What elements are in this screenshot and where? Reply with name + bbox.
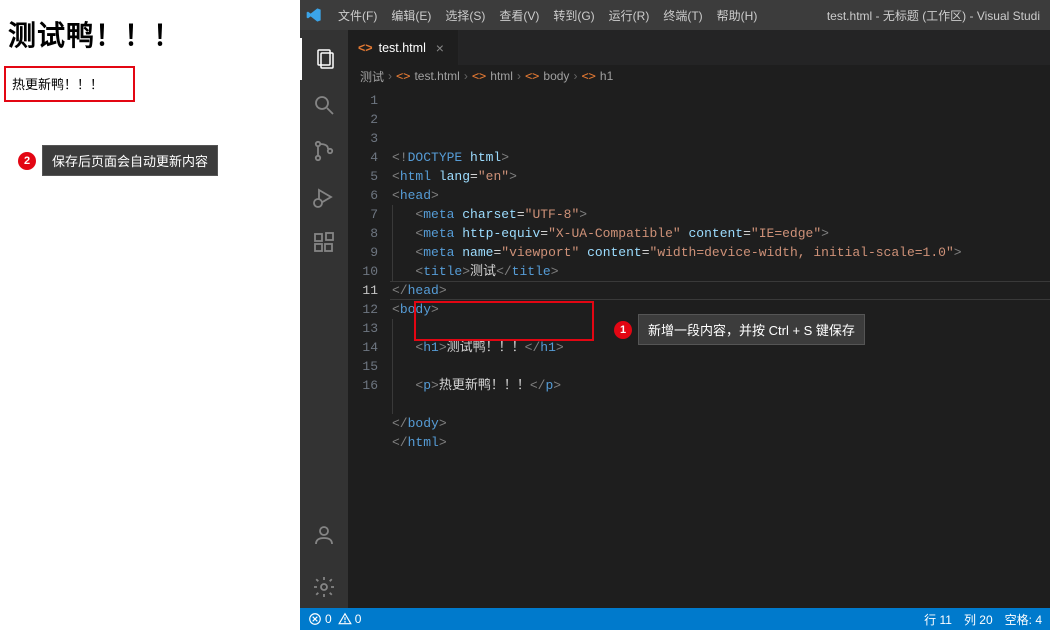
- tab-label: test.html: [379, 41, 426, 55]
- menu-item[interactable]: 选择(S): [438, 3, 492, 28]
- error-icon: [308, 612, 322, 626]
- callout-1-number: 1: [614, 321, 632, 339]
- line-number-gutter: 12345678910111213141516: [348, 91, 392, 608]
- menu-item[interactable]: 文件(F): [331, 3, 384, 28]
- tag-icon: <>: [581, 69, 595, 83]
- status-col[interactable]: 列 20: [964, 611, 993, 628]
- status-warnings[interactable]: 0: [338, 612, 362, 626]
- editor: <> test.html × 测试 › <> test.html › <> ht…: [348, 30, 1050, 608]
- warning-icon: [338, 612, 352, 626]
- preview-highlight-box: 热更新鸭！！！: [4, 66, 135, 102]
- chevron-right-icon: ›: [517, 69, 521, 83]
- menu-item[interactable]: 编辑(E): [384, 3, 438, 28]
- breadcrumb-root: 测试: [360, 68, 384, 85]
- breadcrumb-html: html: [490, 69, 513, 83]
- menu-item[interactable]: 终端(T): [656, 3, 709, 28]
- menu-item[interactable]: 转到(G): [546, 3, 601, 28]
- chevron-right-icon: ›: [573, 69, 577, 83]
- breadcrumb[interactable]: 测试 › <> test.html › <> html › <> body › …: [348, 65, 1050, 87]
- callout-1: 1 新增一段内容，并按 Ctrl + S 键保存: [614, 314, 865, 345]
- callout-1-label: 新增一段内容，并按 Ctrl + S 键保存: [638, 314, 865, 345]
- vscode-window: 文件(F)编辑(E)选择(S)查看(V)转到(G)运行(R)终端(T)帮助(H)…: [300, 0, 1050, 630]
- search-icon[interactable]: [300, 84, 348, 126]
- tab-bar: <> test.html ×: [348, 30, 1050, 65]
- breadcrumb-file: test.html: [414, 69, 459, 83]
- chevron-right-icon: ›: [388, 69, 392, 83]
- error-count: 0: [325, 612, 332, 626]
- close-icon[interactable]: ×: [432, 40, 448, 56]
- menu-item[interactable]: 运行(R): [602, 3, 657, 28]
- callout-2-label: 保存后页面会自动更新内容: [42, 145, 218, 176]
- callout-2-number: 2: [18, 152, 36, 170]
- activity-bar: [300, 30, 348, 608]
- source-control-icon[interactable]: [300, 130, 348, 172]
- run-debug-icon[interactable]: [300, 176, 348, 218]
- account-icon[interactable]: [300, 514, 348, 556]
- warning-count: 0: [355, 612, 362, 626]
- code-lines[interactable]: <!DOCTYPE html><html lang="en"><head> <m…: [392, 91, 1050, 608]
- html-file-icon: <>: [396, 69, 410, 83]
- preview-paragraph: 热更新鸭！！！: [12, 77, 103, 92]
- callout-2: 2 保存后页面会自动更新内容: [18, 145, 218, 176]
- extensions-icon[interactable]: [300, 222, 348, 264]
- vscode-logo-icon: [306, 7, 322, 23]
- chevron-right-icon: ›: [464, 69, 468, 83]
- tag-icon: <>: [525, 69, 539, 83]
- html-file-icon: <>: [358, 41, 373, 55]
- browser-preview-pane: 测试鸭！！！ 热更新鸭！！！ 2 保存后页面会自动更新内容: [0, 0, 300, 630]
- titlebar: 文件(F)编辑(E)选择(S)查看(V)转到(G)运行(R)终端(T)帮助(H)…: [300, 0, 1050, 30]
- settings-gear-icon[interactable]: [300, 566, 348, 608]
- breadcrumb-h1: h1: [600, 69, 613, 83]
- code-area[interactable]: 12345678910111213141516 <!DOCTYPE html><…: [348, 87, 1050, 608]
- explorer-icon[interactable]: [300, 38, 348, 80]
- breadcrumb-body: body: [543, 69, 569, 83]
- window-title: test.html - 无标题 (工作区) - Visual Studi: [827, 7, 1044, 24]
- tag-icon: <>: [472, 69, 486, 83]
- menu-item[interactable]: 帮助(H): [710, 3, 765, 28]
- menu-item[interactable]: 查看(V): [492, 3, 546, 28]
- status-spaces[interactable]: 空格: 4: [1005, 611, 1042, 628]
- tab-test-html[interactable]: <> test.html ×: [348, 30, 459, 65]
- preview-heading: 测试鸭！！！: [8, 14, 292, 54]
- status-line[interactable]: 行 11: [924, 611, 952, 628]
- status-bar: 0 0 行 11 列 20 空格: 4: [300, 608, 1050, 630]
- status-errors[interactable]: 0: [308, 612, 332, 626]
